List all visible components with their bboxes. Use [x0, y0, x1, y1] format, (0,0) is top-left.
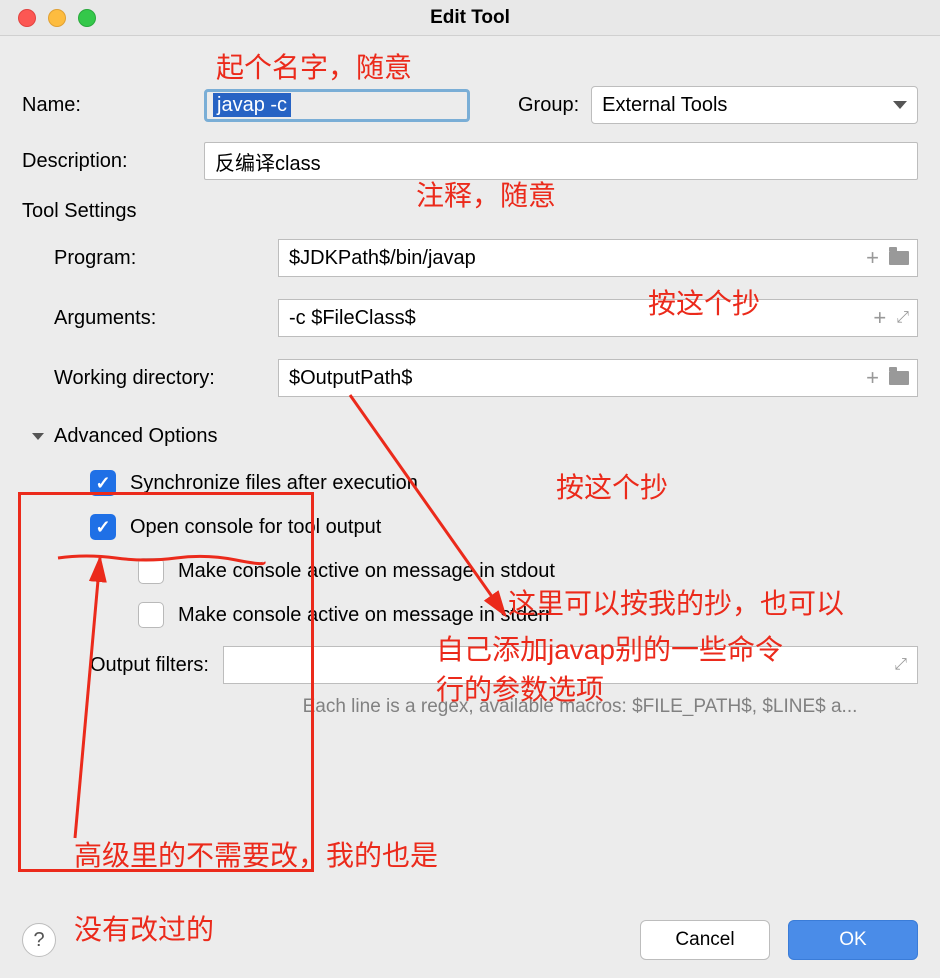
name-field[interactable]: javap -c: [204, 89, 470, 122]
stdout-checkbox[interactable]: [138, 558, 164, 584]
disclosure-triangle-icon: [32, 433, 44, 440]
open-console-label: Open console for tool output: [130, 516, 381, 539]
titlebar: Edit Tool: [0, 0, 940, 36]
output-filters-hint: Each line is a regex, available macros: …: [22, 696, 918, 718]
output-filters-field[interactable]: ⤢: [223, 646, 918, 684]
chevron-down-icon: [893, 101, 907, 109]
sync-files-checkbox[interactable]: ✓: [90, 470, 116, 496]
sync-files-label: Synchronize files after execution: [130, 472, 418, 495]
output-filters-label: Output filters:: [90, 654, 209, 677]
group-label: Group:: [518, 94, 579, 117]
advanced-options-toggle[interactable]: Advanced Options: [22, 425, 918, 448]
expand-icon[interactable]: ⤢: [894, 656, 907, 674]
group-select[interactable]: External Tools: [591, 86, 918, 124]
annotation-advanced-line1: 高级里的不需要改，我的也是: [74, 834, 438, 874]
tool-settings-heading: Tool Settings: [22, 200, 918, 223]
plus-icon[interactable]: +: [866, 245, 879, 271]
advanced-options-heading: Advanced Options: [54, 425, 217, 448]
description-field[interactable]: [204, 142, 918, 180]
help-button[interactable]: ?: [22, 923, 56, 957]
arguments-label: Arguments:: [22, 307, 262, 330]
folder-icon[interactable]: [889, 251, 909, 265]
cancel-button[interactable]: Cancel: [640, 920, 770, 960]
description-label: Description:: [22, 150, 192, 173]
plus-icon[interactable]: +: [873, 305, 886, 331]
program-label: Program:: [22, 247, 262, 270]
arguments-field[interactable]: -c $FileClass$ + ⤢: [278, 299, 918, 337]
arguments-value: -c $FileClass$: [289, 307, 416, 330]
window-title: Edit Tool: [0, 7, 940, 29]
workdir-field[interactable]: $OutputPath$ +: [278, 359, 918, 397]
stderr-label: Make console active on message in stderr: [178, 604, 552, 627]
stdout-label: Make console active on message in stdout: [178, 560, 555, 583]
open-console-checkbox[interactable]: ✓: [90, 514, 116, 540]
stderr-checkbox[interactable]: [138, 602, 164, 628]
program-field[interactable]: $JDKPath$/bin/javap +: [278, 239, 918, 277]
name-label: Name:: [22, 94, 192, 117]
expand-icon[interactable]: ⤢: [896, 309, 909, 327]
workdir-value: $OutputPath$: [289, 367, 412, 390]
program-value: $JDKPath$/bin/javap: [289, 247, 476, 270]
workdir-label: Working directory:: [22, 367, 262, 390]
folder-icon[interactable]: [889, 371, 909, 385]
plus-icon[interactable]: +: [866, 365, 879, 391]
name-value: javap -c: [213, 93, 291, 117]
ok-button[interactable]: OK: [788, 920, 918, 960]
group-value: External Tools: [602, 94, 727, 117]
